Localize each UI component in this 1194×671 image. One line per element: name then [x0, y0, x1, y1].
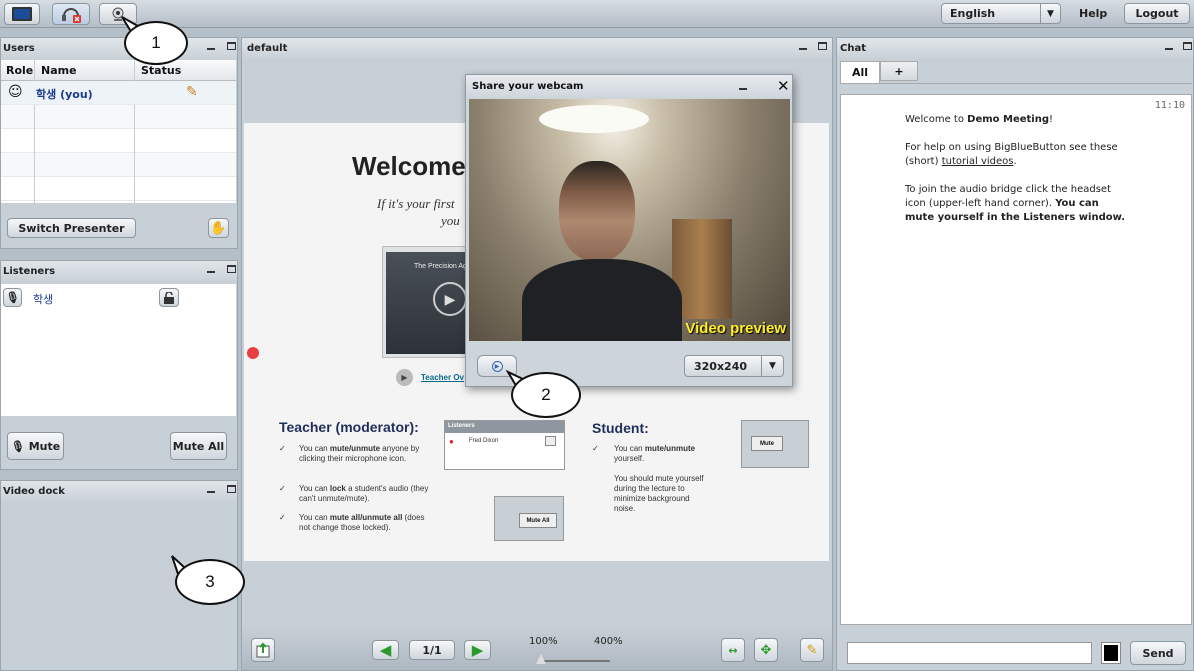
callout-1: 1	[124, 21, 188, 65]
callout-3: 3	[175, 559, 245, 605]
callout-2: 2	[511, 372, 581, 418]
